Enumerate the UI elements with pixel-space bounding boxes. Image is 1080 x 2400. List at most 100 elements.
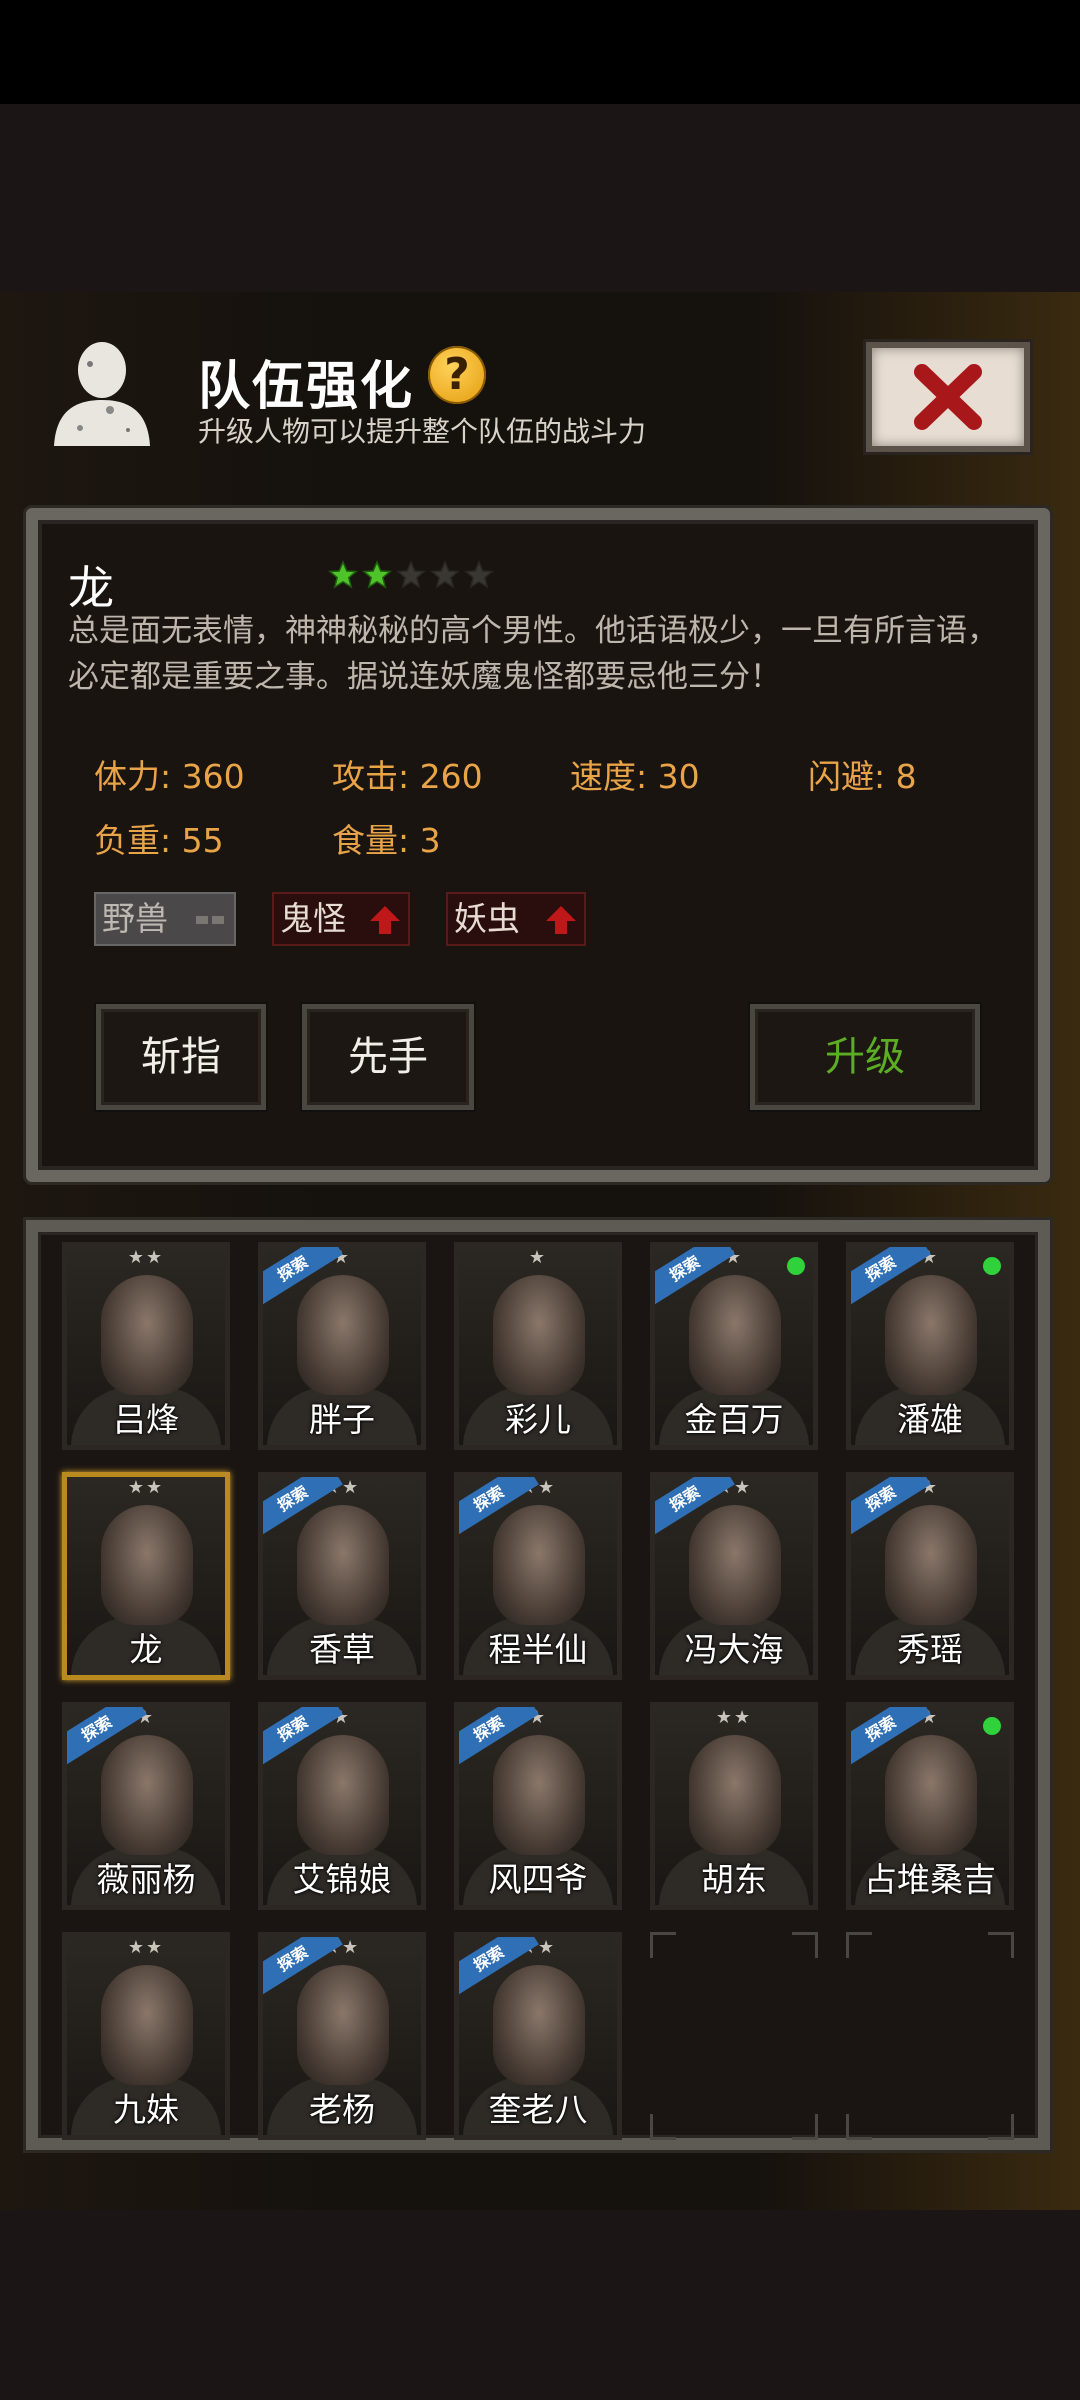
card-name: 胡东 bbox=[701, 1860, 767, 1899]
roster-card-10[interactable]: ★ 探索 薇丽杨 bbox=[62, 1702, 230, 1910]
first-strike-button[interactable]: 先手 bbox=[302, 1004, 474, 1110]
star-empty-icon bbox=[464, 560, 494, 589]
card-stars: ★★ bbox=[715, 1707, 753, 1728]
stat-dodge: 闪避: 8 bbox=[808, 757, 917, 796]
card-name: 程半仙 bbox=[488, 1630, 588, 1669]
roster-card-11[interactable]: ★ 探索 艾锦娘 bbox=[258, 1702, 426, 1910]
roster-card-4[interactable]: ★ 探索 潘雄 bbox=[846, 1242, 1014, 1450]
empty-slot[interactable] bbox=[650, 1932, 818, 2140]
slot-corner bbox=[846, 2114, 872, 2140]
roster-card-13[interactable]: ★★ 胡东 bbox=[650, 1702, 818, 1910]
card-name: 冯大海 bbox=[684, 1630, 784, 1669]
card-name: 香草 bbox=[309, 1630, 375, 1669]
portrait-face bbox=[101, 1275, 193, 1395]
tag-ghost-label: 鬼怪 bbox=[280, 899, 346, 938]
portrait-face bbox=[689, 1275, 781, 1395]
card-name: 金百万 bbox=[684, 1400, 784, 1439]
card-name: 占堆桑吉 bbox=[864, 1860, 996, 1899]
portrait-face bbox=[885, 1505, 977, 1625]
portrait-face bbox=[885, 1735, 977, 1855]
card-name: 潘雄 bbox=[897, 1400, 963, 1439]
chop-finger-button[interactable]: 斩指 bbox=[96, 1004, 266, 1110]
card-name: 胖子 bbox=[309, 1400, 375, 1439]
card-stars: ★★ bbox=[127, 1477, 165, 1498]
tag-insect-label: 妖虫 bbox=[454, 899, 520, 938]
roster-card-7[interactable]: ★★ 探索 程半仙 bbox=[454, 1472, 622, 1680]
slot-corner bbox=[846, 1932, 872, 1958]
slot-corner bbox=[792, 2114, 818, 2140]
arrow-up-icon bbox=[546, 906, 576, 934]
star-empty-icon bbox=[430, 560, 460, 589]
roster-card-9[interactable]: ★ 探索 秀瑶 bbox=[846, 1472, 1014, 1680]
slot-corner bbox=[988, 1932, 1014, 1958]
roster-card-8[interactable]: ★★ 探索 冯大海 bbox=[650, 1472, 818, 1680]
stat-speed: 速度: 30 bbox=[570, 757, 700, 796]
team-upgrade-panel: 队伍强化 ? 升级人物可以提升整个队伍的战斗力 龙 总是面无表情，神神秘秘的高个… bbox=[0, 292, 1080, 2210]
roster-card-17[interactable]: ★★ 探索 奎老八 bbox=[454, 1932, 622, 2140]
roster-card-2[interactable]: ★ 彩儿 bbox=[454, 1242, 622, 1450]
help-icon[interactable]: ? bbox=[428, 346, 486, 404]
page-subtitle: 升级人物可以提升整个队伍的战斗力 bbox=[198, 415, 647, 448]
roster-card-14[interactable]: ★ 探索 占堆桑吉 bbox=[846, 1702, 1014, 1910]
card-name: 奎老八 bbox=[488, 2090, 588, 2129]
roster-card-0[interactable]: ★★ 吕烽 bbox=[62, 1242, 230, 1450]
avatar-silhouette-icon bbox=[54, 342, 150, 446]
card-name: 风四爷 bbox=[488, 1860, 588, 1899]
card-name: 吕烽 bbox=[113, 1400, 179, 1439]
stat-attack: 攻击: 260 bbox=[332, 757, 483, 796]
roster-card-3[interactable]: ★ 探索 金百万 bbox=[650, 1242, 818, 1450]
roster-card-6[interactable]: ★★ 探索 香草 bbox=[258, 1472, 426, 1680]
close-button[interactable] bbox=[866, 342, 1030, 452]
portrait-face bbox=[689, 1505, 781, 1625]
stat-food: 食量: 3 bbox=[332, 821, 441, 860]
status-bar bbox=[0, 0, 1080, 104]
portrait-face bbox=[297, 1965, 389, 2085]
roster-card-15[interactable]: ★★ 九妹 bbox=[62, 1932, 230, 2140]
card-stars: ★★ bbox=[127, 1247, 165, 1268]
card-stars: ★ bbox=[528, 1247, 548, 1268]
character-star-rating bbox=[328, 560, 494, 590]
slot-corner bbox=[792, 1932, 818, 1958]
star-empty-icon bbox=[396, 560, 426, 589]
slot-corner bbox=[650, 2114, 676, 2140]
upgrade-button[interactable]: 升级 bbox=[750, 1004, 980, 1110]
card-name: 龙 bbox=[129, 1630, 163, 1669]
empty-slot[interactable] bbox=[846, 1932, 1014, 2140]
top-backdrop bbox=[0, 104, 1080, 292]
close-x-icon bbox=[914, 364, 982, 430]
roster-card-16[interactable]: ★★ 探索 老杨 bbox=[258, 1932, 426, 2140]
portrait-face bbox=[101, 1505, 193, 1625]
portrait-face bbox=[689, 1735, 781, 1855]
tag-ghost: 鬼怪 bbox=[272, 892, 410, 946]
stat-load: 负重: 55 bbox=[94, 821, 224, 860]
roster-card-1[interactable]: ★ 探索 胖子 bbox=[258, 1242, 426, 1450]
star-filled-icon bbox=[362, 560, 392, 589]
portrait-face bbox=[297, 1505, 389, 1625]
card-name: 艾锦娘 bbox=[292, 1860, 392, 1899]
status-dot-icon bbox=[787, 1257, 805, 1275]
bottom-backdrop bbox=[0, 2210, 1080, 2400]
character-description: 总是面无表情，神神秘秘的高个男性。他话语极少，一旦有所言语，必定都是重要之事。据… bbox=[68, 613, 998, 695]
card-name: 老杨 bbox=[309, 2090, 375, 2129]
portrait-face bbox=[493, 1735, 585, 1855]
slot-corner bbox=[988, 2114, 1014, 2140]
card-stars: ★★ bbox=[127, 1937, 165, 1958]
tag-beast-label: 野兽 bbox=[102, 899, 168, 938]
portrait-face bbox=[885, 1275, 977, 1395]
arrow-up-icon bbox=[370, 906, 400, 934]
slot-corner bbox=[650, 1932, 676, 1958]
portrait-face bbox=[101, 1965, 193, 2085]
card-name: 秀瑶 bbox=[897, 1630, 963, 1669]
roster-card-5[interactable]: ★★ 龙 bbox=[62, 1472, 230, 1680]
status-dot-icon bbox=[983, 1257, 1001, 1275]
roster-card-12[interactable]: ★ 探索 风四爷 bbox=[454, 1702, 622, 1910]
portrait-face bbox=[493, 1505, 585, 1625]
portrait-face bbox=[493, 1965, 585, 2085]
tag-beast: 野兽 bbox=[94, 892, 236, 946]
status-dot-icon bbox=[983, 1717, 1001, 1735]
portrait-face bbox=[297, 1735, 389, 1855]
card-name: 九妹 bbox=[113, 2090, 179, 2129]
stat-hp: 体力: 360 bbox=[94, 757, 245, 796]
star-filled-icon bbox=[328, 560, 358, 589]
portrait-face bbox=[101, 1735, 193, 1855]
